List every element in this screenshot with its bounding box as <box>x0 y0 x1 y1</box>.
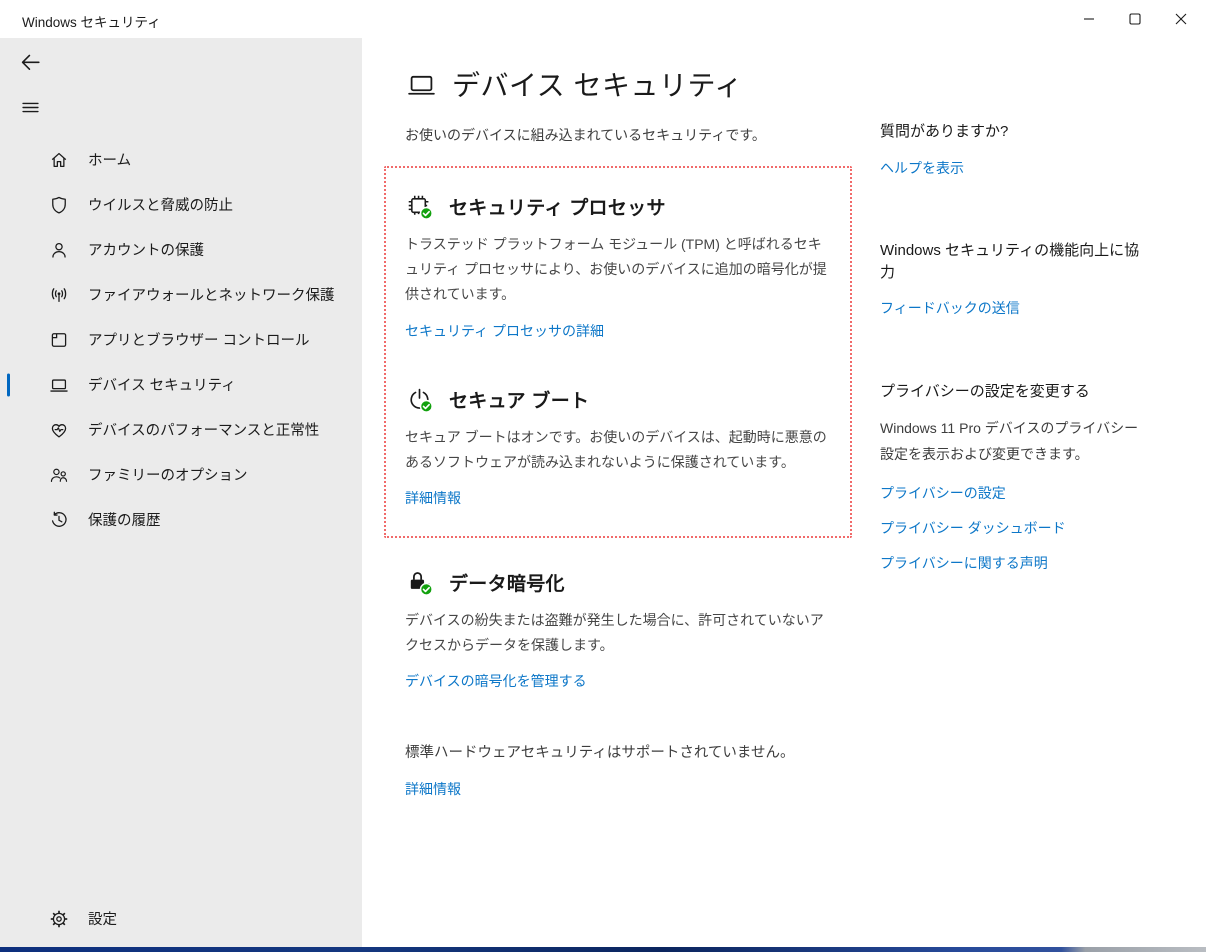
sidebar-item-device-performance-health[interactable]: デバイスのパフォーマンスと正常性 <box>0 407 362 452</box>
sidebar-item-label: デバイスのパフォーマンスと正常性 <box>88 419 319 440</box>
green-check-badge <box>421 208 433 220</box>
sidebar-item-virus-threat-protection[interactable]: ウイルスと脅威の防止 <box>0 182 362 227</box>
section-title: セキュリティ プロセッサ <box>449 193 666 220</box>
privacy-dashboard-link[interactable]: プライバシー ダッシュボード <box>880 518 1150 538</box>
sidebar-item-label: ホーム <box>88 149 131 170</box>
sidebar-item-label: アカウントの保護 <box>88 239 204 260</box>
secure-boot-icon <box>405 385 434 414</box>
manage-device-encryption-link[interactable]: デバイスの暗号化を管理する <box>405 671 587 691</box>
sidebar-item-label: ウイルスと脅威の防止 <box>88 194 233 215</box>
menu-button[interactable] <box>13 92 47 122</box>
history-icon <box>48 509 70 531</box>
give-feedback-link[interactable]: フィードバックの送信 <box>880 298 1150 318</box>
secure-boot-details-link[interactable]: 詳細情報 <box>405 488 461 508</box>
section-header: セキュア ブート <box>405 385 832 414</box>
laptop-icon <box>48 374 70 396</box>
sidebar-item-firewall-network[interactable]: ファイアウォールとネットワーク保護 <box>0 272 362 317</box>
sidebar-item-label: ファミリーのオプション <box>88 464 248 485</box>
minimize-button[interactable] <box>1066 0 1112 38</box>
minimize-icon <box>1083 13 1095 25</box>
annotation-highlight-box: セキュリティ プロセッサ トラステッド プラットフォーム モジュール (TPM)… <box>384 166 852 538</box>
main-page: デバイス セキュリティ お使いのデバイスに組み込まれているセキュリティです。 <box>362 38 1206 947</box>
close-icon <box>1175 13 1187 25</box>
standard-hardware-security-note: 標準ハードウェアセキュリティはサポートされていません。 <box>405 741 852 762</box>
device-health-icon <box>48 419 70 441</box>
page-title-row: デバイス セキュリティ <box>405 64 852 104</box>
aside-heading-questions: 質問がありますか? <box>880 121 1150 143</box>
section-secure-boot: セキュア ブート セキュア ブートはオンです。お使いのデバイスは、起動時に悪意の… <box>405 385 832 508</box>
green-check-badge <box>421 400 433 412</box>
person-icon <box>48 239 70 261</box>
section-description: トラステッド プラットフォーム モジュール (TPM) と呼ばれるセキュリティ … <box>405 232 829 308</box>
security-processor-icon <box>405 192 434 221</box>
back-button[interactable] <box>13 47 47 77</box>
app-browser-icon <box>48 329 70 351</box>
shield-icon <box>48 194 70 216</box>
sidebar-item-family-options[interactable]: ファミリーのオプション <box>0 452 362 497</box>
section-header: データ暗号化 <box>405 568 852 597</box>
section-description: セキュア ブートはオンです。お使いのデバイスは、起動時に悪意のあるソフトウェアが… <box>405 425 829 475</box>
section-data-encryption: データ暗号化 デバイスの紛失または盗難が発生した場合に、許可されていないアクセス… <box>405 568 852 691</box>
hamburger-icon <box>20 97 41 118</box>
sidebar: ホーム ウイルスと脅威の防止 アカウントの保護 ファイアウォールとネットワーク保… <box>0 38 362 947</box>
sidebar-item-settings[interactable]: 設定 <box>0 896 362 941</box>
window-controls <box>1066 0 1204 38</box>
home-icon <box>48 149 70 171</box>
aside-heading-improve: Windows セキュリティの機能向上に協力 <box>880 240 1150 284</box>
close-button[interactable] <box>1158 0 1204 38</box>
section-security-processor: セキュリティ プロセッサ トラステッド プラットフォーム モジュール (TPM)… <box>405 192 832 341</box>
sidebar-item-label: デバイス セキュリティ <box>88 374 236 395</box>
sidebar-item-app-browser-control[interactable]: アプリとブラウザー コントロール <box>0 317 362 362</box>
sidebar-footer: 設定 <box>0 896 362 941</box>
aside-heading-privacy: プライバシーの設定を変更する <box>880 381 1150 403</box>
laptop-icon <box>405 68 438 101</box>
sidebar-nav: ホーム ウイルスと脅威の防止 アカウントの保護 ファイアウォールとネットワーク保… <box>0 137 362 542</box>
section-title: セキュア ブート <box>449 386 589 413</box>
privacy-description: Windows 11 Pro デバイスのプライバシー設定を表示および変更できます… <box>880 416 1150 468</box>
maximize-icon <box>1129 13 1141 25</box>
gear-icon <box>48 908 70 930</box>
desktop-background-edge <box>0 947 1206 952</box>
section-title: データ暗号化 <box>449 569 565 596</box>
sidebar-item-label: 保護の履歴 <box>88 509 161 530</box>
aside-column: 質問がありますか? ヘルプを表示 Windows セキュリティの機能向上に協力 … <box>880 38 1150 573</box>
section-header: セキュリティ プロセッサ <box>405 192 832 221</box>
page-title: デバイス セキュリティ <box>452 64 743 104</box>
page-subtitle: お使いのデバイスに組み込まれているセキュリティです。 <box>405 125 852 145</box>
sidebar-item-label: ファイアウォールとネットワーク保護 <box>88 284 335 305</box>
selected-accent-bar <box>7 373 10 396</box>
main-column: デバイス セキュリティ お使いのデバイスに組み込まれているセキュリティです。 <box>384 38 852 799</box>
get-help-link[interactable]: ヘルプを表示 <box>880 158 1150 178</box>
window-title: Windows セキュリティ <box>22 11 161 31</box>
privacy-settings-link[interactable]: プライバシーの設定 <box>880 483 1150 503</box>
security-processor-details-link[interactable]: セキュリティ プロセッサの詳細 <box>405 321 604 341</box>
family-icon <box>48 464 70 486</box>
network-icon <box>48 284 70 306</box>
back-arrow-icon <box>18 50 43 75</box>
privacy-statement-link[interactable]: プライバシーに関する声明 <box>880 553 1150 573</box>
sidebar-item-label: 設定 <box>88 908 117 929</box>
sidebar-item-home[interactable]: ホーム <box>0 137 362 182</box>
data-encryption-icon <box>405 568 434 597</box>
sidebar-item-label: アプリとブラウザー コントロール <box>88 329 310 350</box>
sidebar-item-account-protection[interactable]: アカウントの保護 <box>0 227 362 272</box>
titlebar: Windows セキュリティ <box>0 0 1206 38</box>
sidebar-item-device-security[interactable]: デバイス セキュリティ <box>0 362 362 407</box>
standard-hardware-security-details-link[interactable]: 詳細情報 <box>405 779 461 799</box>
green-check-badge <box>421 583 433 595</box>
maximize-button[interactable] <box>1112 0 1158 38</box>
sidebar-item-protection-history[interactable]: 保護の履歴 <box>0 497 362 542</box>
section-description: デバイスの紛失または盗難が発生した場合に、許可されていないアクセスからデータを保… <box>405 608 829 658</box>
